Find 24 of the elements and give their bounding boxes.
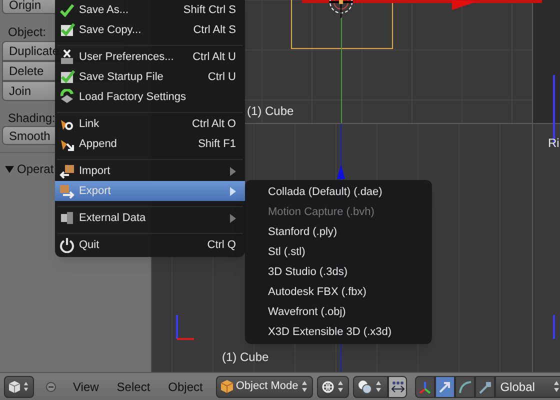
section-label: Shading: bbox=[8, 110, 56, 127]
menu-item-label: Import bbox=[79, 164, 112, 179]
menu-item-label: Save As... bbox=[79, 2, 130, 18]
menu-item-label: Link bbox=[79, 116, 100, 132]
shortcut-label: Ctrl Alt U bbox=[192, 50, 236, 65]
shortcut-label: Ctrl Q bbox=[207, 238, 236, 253]
menu-item-label: External Data bbox=[79, 210, 147, 226]
view-label: (1) Cube bbox=[247, 103, 294, 120]
shortcut-label: Shift Ctrl S bbox=[183, 2, 236, 18]
menu-item-label: Append bbox=[79, 136, 118, 152]
view-label: Ri bbox=[548, 135, 560, 152]
shortcut-label: Ctrl Alt S bbox=[193, 22, 236, 38]
menu-item-label: Load Factory Settings bbox=[79, 90, 188, 105]
menu-item-label: Save Startup File bbox=[79, 70, 164, 85]
shortcut-label: Ctrl Alt O bbox=[192, 116, 236, 132]
shortcut-label: Ctrl U bbox=[208, 70, 236, 85]
panel-title: Operat bbox=[17, 161, 54, 178]
section-label: Object: bbox=[8, 24, 46, 41]
shortcut-label: Shift F1 bbox=[198, 136, 236, 152]
menu-item-label: User Preferences... bbox=[79, 50, 175, 65]
menu-item-label: Quit bbox=[79, 238, 100, 253]
menu-item-label: Export bbox=[79, 184, 112, 199]
menu-item-label: Save Copy... bbox=[79, 22, 142, 38]
view-label: (1) Cube bbox=[222, 349, 269, 366]
